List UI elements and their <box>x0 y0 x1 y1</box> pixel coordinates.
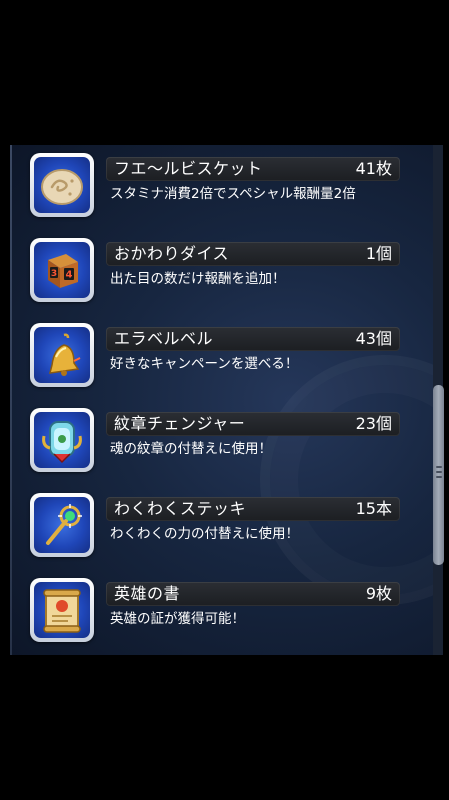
list-item[interactable]: わくわくステッキ 15本 わくわくの力の付替えに使用！ <box>30 491 402 559</box>
item-name: おかわりダイス <box>114 244 230 263</box>
item-icon-frame <box>30 578 94 642</box>
item-name: エラベルベル <box>114 329 214 348</box>
item-count: 9枚 <box>365 584 392 603</box>
list-item[interactable]: 3 4 おかわりダイス 1個 出た目の数だけ報酬を追加！ <box>30 236 402 304</box>
item-name: 英雄の書 <box>114 584 181 603</box>
list-item[interactable]: 英雄の書 9枚 英雄の証が獲得可能！ <box>30 576 402 644</box>
item-name-bar: 紋章チェンジャー 23個 <box>106 412 400 436</box>
item-count: 1個 <box>365 244 392 263</box>
emblem-changer-icon <box>42 421 82 464</box>
item-description: 魂の紋章の付替えに使用！ <box>110 441 272 457</box>
panel-edge <box>10 145 12 655</box>
item-name: 紋章チェンジャー <box>114 414 246 433</box>
item-count: 43個 <box>355 329 392 348</box>
item-icon-frame <box>30 408 94 472</box>
item-count: 15本 <box>355 499 392 518</box>
item-icon-frame <box>30 323 94 387</box>
dice-face: 4 <box>66 270 73 281</box>
item-name: フエ～ルビスケット <box>114 159 263 178</box>
dice-face: 3 <box>51 269 57 279</box>
item-list-panel[interactable]: フエ～ルビスケット 41枚 スタミナ消費2倍でスペシャル報酬量2倍 3 4 おか… <box>10 145 440 655</box>
item-name-bar: エラベルベル 43個 <box>106 327 400 351</box>
item-count: 41枚 <box>355 159 392 178</box>
item-description: スタミナ消費2倍でスペシャル報酬量2倍 <box>110 186 356 202</box>
item-name-bar: フエ～ルビスケット 41枚 <box>106 157 400 181</box>
item-description: 英雄の証が獲得可能！ <box>110 611 245 627</box>
item-icon-frame <box>30 493 94 557</box>
biscuit-icon <box>41 169 83 205</box>
item-icon-frame: 3 4 <box>30 238 94 302</box>
item-name-bar: 英雄の書 9枚 <box>106 582 400 606</box>
scrollbar-grip-icon <box>436 466 442 484</box>
item-name: わくわくステッキ <box>114 499 247 518</box>
item-description: 出た目の数だけ報酬を追加！ <box>110 271 286 287</box>
list-item[interactable]: フエ～ルビスケット 41枚 スタミナ消費2倍でスペシャル報酬量2倍 <box>30 151 402 219</box>
item-name-bar: おかわりダイス 1個 <box>106 242 400 266</box>
wand-icon <box>46 504 82 545</box>
item-description: 好きなキャンペーンを選べる！ <box>110 356 299 372</box>
background-emblem <box>260 355 440 605</box>
item-icon-frame <box>30 153 94 217</box>
dice-icon: 3 4 <box>48 254 78 288</box>
item-description: わくわくの力の付替えに使用！ <box>110 526 299 542</box>
item-count: 23個 <box>355 414 392 433</box>
scroll-icon <box>43 589 81 633</box>
list-item[interactable]: 紋章チェンジャー 23個 魂の紋章の付替えに使用！ <box>30 406 402 474</box>
bell-icon <box>49 333 81 376</box>
item-name-bar: わくわくステッキ 15本 <box>106 497 400 521</box>
list-item[interactable]: エラベルベル 43個 好きなキャンペーンを選べる！ <box>30 321 402 389</box>
